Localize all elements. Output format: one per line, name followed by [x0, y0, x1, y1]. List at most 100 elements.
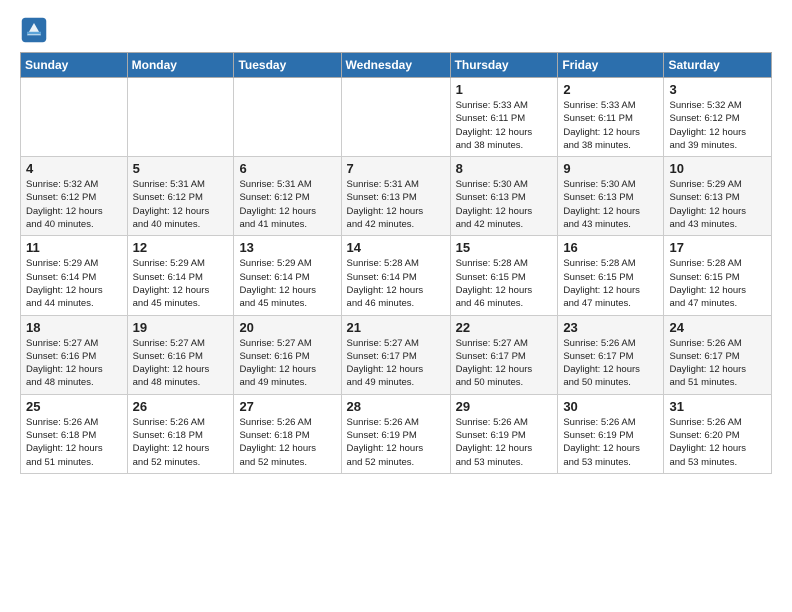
day-number: 18 [26, 320, 122, 335]
calendar-cell: 18Sunrise: 5:27 AM Sunset: 6:16 PM Dayli… [21, 315, 128, 394]
weekday-header: Saturday [664, 53, 772, 78]
day-number: 11 [26, 240, 122, 255]
day-number: 21 [347, 320, 445, 335]
calendar-cell [127, 78, 234, 157]
day-info: Sunrise: 5:31 AM Sunset: 6:12 PM Dayligh… [239, 178, 335, 231]
calendar-cell: 1 Sunrise: 5:33 AM Sunset: 6:11 PM Daylig… [450, 78, 558, 157]
day-number: 15 [456, 240, 553, 255]
calendar-cell: 12 Sunrise: 5:29 AM Sunset: 6:14 PM Dayli… [127, 236, 234, 315]
day-number: 3 [669, 82, 766, 97]
calendar-cell: 16 Sunrise: 5:28 AM Sunset: 6:15 PM Dayli… [558, 236, 664, 315]
day-number: 10 [669, 161, 766, 176]
weekday-header: Tuesday [234, 53, 341, 78]
calendar-cell: 13 Sunrise: 5:29 AM Sunset: 6:14 PM Dayli… [234, 236, 341, 315]
day-number: 13 [239, 240, 335, 255]
day-number: 17 [669, 240, 766, 255]
day-info: Sunrise: 5:29 AM Sunset: 6:13 PM Dayligh… [669, 178, 766, 231]
day-number: 28 [347, 399, 445, 414]
header [20, 16, 772, 44]
day-info: Sunrise: 5:28 AM Sunset: 6:15 PM Dayligh… [563, 257, 658, 310]
day-info: Sunrise: 5:26 AM Sunset: 6:19 PM Dayligh… [456, 416, 553, 469]
calendar-cell: 9 Sunrise: 5:30 AM Sunset: 6:13 PM Daylig… [558, 157, 664, 236]
day-number: 9 [563, 161, 658, 176]
calendar-cell: 26Sunrise: 5:26 AM Sunset: 6:18 PM Dayli… [127, 394, 234, 473]
calendar-week-row: 1 Sunrise: 5:33 AM Sunset: 6:11 PM Daylig… [21, 78, 772, 157]
day-number: 1 [456, 82, 553, 97]
calendar-cell: 14 Sunrise: 5:28 AM Sunset: 6:14 PM Dayli… [341, 236, 450, 315]
day-info: Sunrise: 5:30 AM Sunset: 6:13 PM Dayligh… [563, 178, 658, 231]
calendar-cell [234, 78, 341, 157]
calendar-cell: 17Sunrise: 5:28 AM Sunset: 6:15 PM Dayli… [664, 236, 772, 315]
calendar-cell: 6Sunrise: 5:31 AM Sunset: 6:12 PM Daylig… [234, 157, 341, 236]
day-info: Sunrise: 5:33 AM Sunset: 6:11 PM Dayligh… [456, 99, 553, 152]
calendar-header-row: SundayMondayTuesdayWednesdayThursdayFrid… [21, 53, 772, 78]
day-number: 24 [669, 320, 766, 335]
calendar-cell: 27 Sunrise: 5:26 AM Sunset: 6:18 PM Dayli… [234, 394, 341, 473]
day-info: Sunrise: 5:26 AM Sunset: 6:18 PM Dayligh… [239, 416, 335, 469]
day-number: 5 [133, 161, 229, 176]
weekday-header: Sunday [21, 53, 128, 78]
day-info: Sunrise: 5:28 AM Sunset: 6:15 PM Dayligh… [456, 257, 553, 310]
page-container: SundayMondayTuesdayWednesdayThursdayFrid… [0, 0, 792, 484]
calendar-week-row: 25 Sunrise: 5:26 AM Sunset: 6:18 PM Dayli… [21, 394, 772, 473]
weekday-header: Thursday [450, 53, 558, 78]
day-number: 8 [456, 161, 553, 176]
day-number: 20 [239, 320, 335, 335]
calendar-cell: 5 Sunrise: 5:31 AM Sunset: 6:12 PM Daylig… [127, 157, 234, 236]
day-info: Sunrise: 5:27 AM Sunset: 6:16 PM Dayligh… [239, 337, 335, 390]
day-number: 31 [669, 399, 766, 414]
day-number: 23 [563, 320, 658, 335]
day-info: Sunrise: 5:32 AM Sunset: 6:12 PM Dayligh… [26, 178, 122, 231]
calendar-cell: 29Sunrise: 5:26 AM Sunset: 6:19 PM Dayli… [450, 394, 558, 473]
day-info: Sunrise: 5:27 AM Sunset: 6:17 PM Dayligh… [456, 337, 553, 390]
calendar-cell: 7Sunrise: 5:31 AM Sunset: 6:13 PM Daylig… [341, 157, 450, 236]
weekday-header: Friday [558, 53, 664, 78]
calendar-cell: 31 Sunrise: 5:26 AM Sunset: 6:20 PM Dayli… [664, 394, 772, 473]
calendar-cell: 25 Sunrise: 5:26 AM Sunset: 6:18 PM Dayli… [21, 394, 128, 473]
calendar-cell: 8Sunrise: 5:30 AM Sunset: 6:13 PM Daylig… [450, 157, 558, 236]
day-info: Sunrise: 5:31 AM Sunset: 6:12 PM Dayligh… [133, 178, 229, 231]
day-info: Sunrise: 5:29 AM Sunset: 6:14 PM Dayligh… [239, 257, 335, 310]
day-info: Sunrise: 5:32 AM Sunset: 6:12 PM Dayligh… [669, 99, 766, 152]
logo [20, 16, 52, 44]
day-number: 19 [133, 320, 229, 335]
day-number: 14 [347, 240, 445, 255]
calendar-cell: 23 Sunrise: 5:26 AM Sunset: 6:17 PM Dayli… [558, 315, 664, 394]
logo-icon [20, 16, 48, 44]
day-info: Sunrise: 5:26 AM Sunset: 6:18 PM Dayligh… [133, 416, 229, 469]
day-number: 4 [26, 161, 122, 176]
calendar-cell: 2Sunrise: 5:33 AM Sunset: 6:11 PM Daylig… [558, 78, 664, 157]
day-info: Sunrise: 5:29 AM Sunset: 6:14 PM Dayligh… [133, 257, 229, 310]
day-number: 16 [563, 240, 658, 255]
day-number: 27 [239, 399, 335, 414]
calendar-cell: 11 Sunrise: 5:29 AM Sunset: 6:14 PM Dayli… [21, 236, 128, 315]
calendar-cell: 20 Sunrise: 5:27 AM Sunset: 6:16 PM Dayli… [234, 315, 341, 394]
calendar-week-row: 11 Sunrise: 5:29 AM Sunset: 6:14 PM Dayli… [21, 236, 772, 315]
day-info: Sunrise: 5:26 AM Sunset: 6:18 PM Dayligh… [26, 416, 122, 469]
calendar-cell: 19Sunrise: 5:27 AM Sunset: 6:16 PM Dayli… [127, 315, 234, 394]
day-info: Sunrise: 5:27 AM Sunset: 6:17 PM Dayligh… [347, 337, 445, 390]
day-number: 7 [347, 161, 445, 176]
day-info: Sunrise: 5:28 AM Sunset: 6:14 PM Dayligh… [347, 257, 445, 310]
calendar-cell [21, 78, 128, 157]
calendar-cell: 28Sunrise: 5:26 AM Sunset: 6:19 PM Dayli… [341, 394, 450, 473]
calendar-cell: 22 Sunrise: 5:27 AM Sunset: 6:17 PM Dayli… [450, 315, 558, 394]
day-info: Sunrise: 5:26 AM Sunset: 6:17 PM Dayligh… [563, 337, 658, 390]
day-number: 30 [563, 399, 658, 414]
day-info: Sunrise: 5:29 AM Sunset: 6:14 PM Dayligh… [26, 257, 122, 310]
day-number: 12 [133, 240, 229, 255]
calendar-cell: 10 Sunrise: 5:29 AM Sunset: 6:13 PM Dayli… [664, 157, 772, 236]
day-number: 25 [26, 399, 122, 414]
day-info: Sunrise: 5:26 AM Sunset: 6:20 PM Dayligh… [669, 416, 766, 469]
calendar-cell: 15 Sunrise: 5:28 AM Sunset: 6:15 PM Dayli… [450, 236, 558, 315]
day-number: 22 [456, 320, 553, 335]
calendar-cell: 3 Sunrise: 5:32 AM Sunset: 6:12 PM Daylig… [664, 78, 772, 157]
calendar-cell: 24 Sunrise: 5:26 AM Sunset: 6:17 PM Dayli… [664, 315, 772, 394]
calendar-cell: 30Sunrise: 5:26 AM Sunset: 6:19 PM Dayli… [558, 394, 664, 473]
day-info: Sunrise: 5:26 AM Sunset: 6:17 PM Dayligh… [669, 337, 766, 390]
day-info: Sunrise: 5:33 AM Sunset: 6:11 PM Dayligh… [563, 99, 658, 152]
calendar-cell: 4 Sunrise: 5:32 AM Sunset: 6:12 PM Daylig… [21, 157, 128, 236]
calendar-table: SundayMondayTuesdayWednesdayThursdayFrid… [20, 52, 772, 474]
calendar-week-row: 4 Sunrise: 5:32 AM Sunset: 6:12 PM Daylig… [21, 157, 772, 236]
weekday-header: Monday [127, 53, 234, 78]
